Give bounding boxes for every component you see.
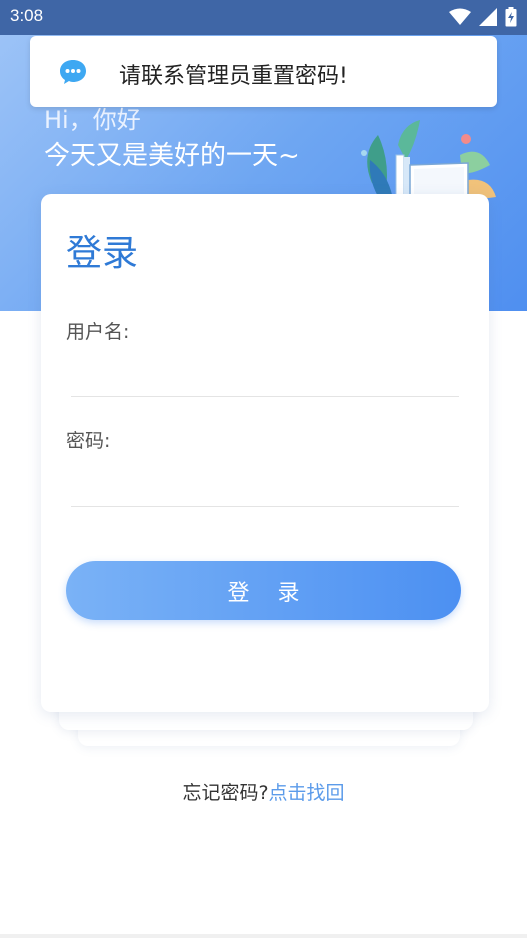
- login-title: 登录: [66, 233, 139, 274]
- chat-bubble-icon: [60, 60, 86, 84]
- password-label: 密码:: [66, 430, 111, 452]
- forgot-password-text: 忘记密码?: [182, 782, 269, 804]
- bottom-divider: [0, 934, 527, 938]
- recover-password-link[interactable]: 点击找回: [269, 782, 345, 804]
- status-icons: [449, 7, 517, 27]
- status-bar: 3:08: [0, 0, 527, 35]
- forgot-password-row: 忘记密码?点击找回: [0, 778, 527, 805]
- signal-icon: [479, 8, 497, 26]
- toast-notification: 请联系管理员重置密码!: [30, 36, 497, 107]
- toast-message: 请联系管理员重置密码!: [119, 64, 348, 89]
- greeting-line-2: 今天又是美好的一天~: [44, 141, 300, 171]
- password-input[interactable]: [71, 464, 459, 507]
- status-time: 3:08: [10, 6, 44, 25]
- battery-icon: [505, 7, 517, 27]
- login-card: 登录 用户名: 密码: 登录: [41, 194, 489, 712]
- username-label: 用户名:: [66, 321, 130, 343]
- wifi-icon: [449, 8, 471, 25]
- login-button[interactable]: 登录: [66, 561, 461, 620]
- username-input[interactable]: [71, 354, 459, 397]
